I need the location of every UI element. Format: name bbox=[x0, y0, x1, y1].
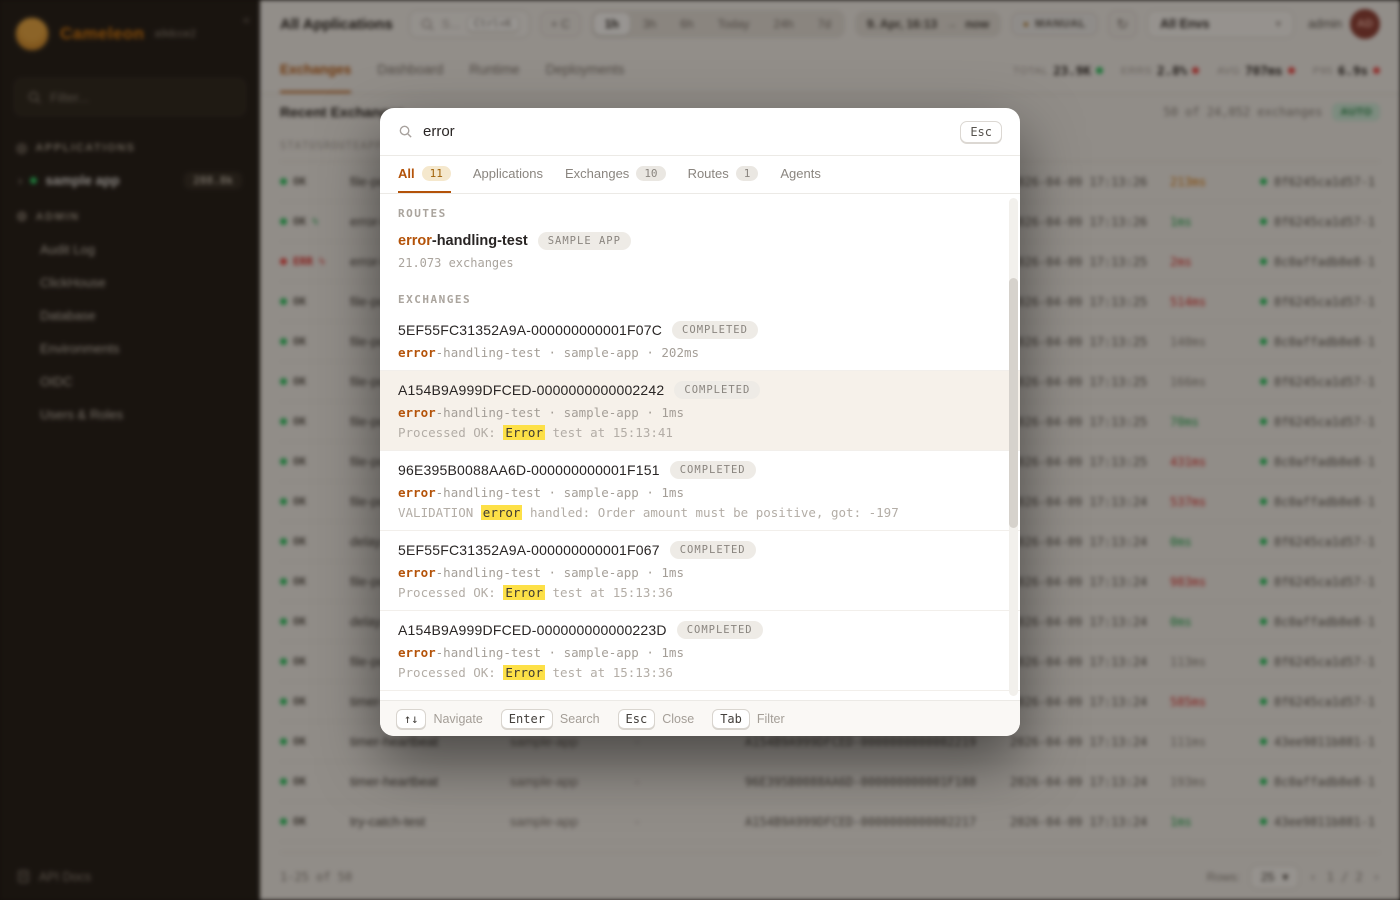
keyboard-hint: Esc Close bbox=[617, 708, 694, 729]
exchange-result-item[interactable]: 96E395B0088AA6D-000000000001F135 COMPLET… bbox=[380, 691, 1020, 700]
modal-tab[interactable]: Applications bbox=[473, 156, 543, 193]
highlight-match: error bbox=[480, 505, 523, 520]
exchange-result-item[interactable]: A154B9A999DFCED-0000000000002242 COMPLET… bbox=[380, 371, 1020, 451]
key-badge: Enter bbox=[500, 708, 553, 729]
search-modal: error Esc All 11 Applications Exchanges … bbox=[380, 108, 1020, 736]
exchange-id: 5EF55FC31352A9A-000000000001F07C bbox=[398, 322, 663, 338]
tab-count-badge: 1 bbox=[735, 166, 759, 181]
exchange-meta: error-handling-test · sample-app · 1ms bbox=[398, 485, 684, 500]
modal-footer: ↑↓ Navigate Enter Search Esc Close Tab F… bbox=[380, 700, 1020, 736]
exchange-message: VALIDATION error handled: Order amount m… bbox=[398, 505, 899, 520]
scrollbar-thumb[interactable] bbox=[1009, 278, 1018, 528]
exchange-id: A154B9A999DFCED-0000000000002242 bbox=[398, 382, 665, 398]
exchange-id: 5EF55FC31352A9A-000000000001F067 bbox=[398, 542, 660, 558]
exchange-result-item[interactable]: 5EF55FC31352A9A-000000000001F067 COMPLET… bbox=[380, 531, 1020, 611]
modal-tab[interactable]: Agents bbox=[780, 156, 820, 193]
exchange-result-item[interactable]: 5EF55FC31352A9A-000000000001F07C COMPLET… bbox=[380, 311, 1020, 371]
routes-section-header: ROUTES bbox=[398, 207, 447, 220]
keyboard-hint: ↑↓ Navigate bbox=[396, 708, 483, 729]
key-badge: ↑↓ bbox=[396, 708, 427, 729]
modal-filter-tabs: All 11 Applications Exchanges 10 Routes … bbox=[380, 156, 1020, 194]
esc-button[interactable]: Esc bbox=[960, 120, 1002, 143]
modal-tab[interactable]: Exchanges 10 bbox=[565, 156, 666, 193]
exchange-message: Processed OK: Error test at 15:13:41 bbox=[398, 425, 673, 440]
key-badge: Esc bbox=[617, 708, 656, 729]
route-result-item[interactable]: error-handling-test SAMPLE APP 21.073 ex… bbox=[380, 225, 1020, 280]
exchange-id: A154B9A999DFCED-000000000000223D bbox=[398, 622, 667, 638]
search-input[interactable]: error bbox=[423, 123, 455, 140]
status-badge: COMPLETED bbox=[669, 461, 756, 479]
keyboard-hint: Enter Search bbox=[500, 708, 600, 729]
exchange-meta: error-handling-test · sample-app · 1ms bbox=[398, 645, 684, 660]
modal-tab[interactable]: Routes 1 bbox=[688, 156, 759, 193]
app-badge: SAMPLE APP bbox=[537, 232, 631, 250]
exchange-meta: error-handling-test · sample-app · 202ms bbox=[398, 345, 700, 360]
route-name: error-handling-test bbox=[398, 233, 528, 249]
highlight-match: Error bbox=[503, 585, 545, 600]
modal-search-row: error Esc bbox=[380, 108, 1020, 156]
exchange-results-list: 5EF55FC31352A9A-000000000001F07C COMPLET… bbox=[380, 311, 1020, 700]
exchange-meta: error-handling-test · sample-app · 1ms bbox=[398, 565, 684, 580]
route-meta: 21.073 exchanges bbox=[398, 256, 514, 270]
tab-count-badge: 11 bbox=[421, 166, 451, 181]
modal-tab[interactable]: All 11 bbox=[398, 156, 451, 193]
highlight-match: Error bbox=[503, 665, 545, 680]
keyboard-hint: Tab Filter bbox=[712, 708, 785, 729]
status-badge: COMPLETED bbox=[676, 621, 763, 639]
exchange-message: Processed OK: Error test at 15:13:36 bbox=[398, 585, 673, 600]
search-results: ROUTES error-handling-test SAMPLE APP 21… bbox=[380, 194, 1020, 700]
search-icon bbox=[399, 125, 412, 138]
tab-count-badge: 10 bbox=[636, 166, 666, 181]
exchange-result-item[interactable]: A154B9A999DFCED-000000000000223D COMPLET… bbox=[380, 611, 1020, 691]
highlight-match: Error bbox=[503, 425, 545, 440]
exchange-id: 96E395B0088AA6D-000000000001F151 bbox=[398, 462, 660, 478]
exchange-result-item[interactable]: 96E395B0088AA6D-000000000001F151 COMPLET… bbox=[380, 451, 1020, 531]
status-badge: COMPLETED bbox=[674, 381, 761, 399]
exchanges-section-header: EXCHANGES bbox=[398, 293, 472, 306]
status-badge: COMPLETED bbox=[669, 541, 756, 559]
status-badge: COMPLETED bbox=[672, 321, 758, 339]
exchange-meta: error-handling-test · sample-app · 1ms bbox=[398, 405, 684, 420]
exchange-message: Processed OK: Error test at 15:13:36 bbox=[398, 665, 673, 680]
key-badge: Tab bbox=[712, 708, 750, 729]
